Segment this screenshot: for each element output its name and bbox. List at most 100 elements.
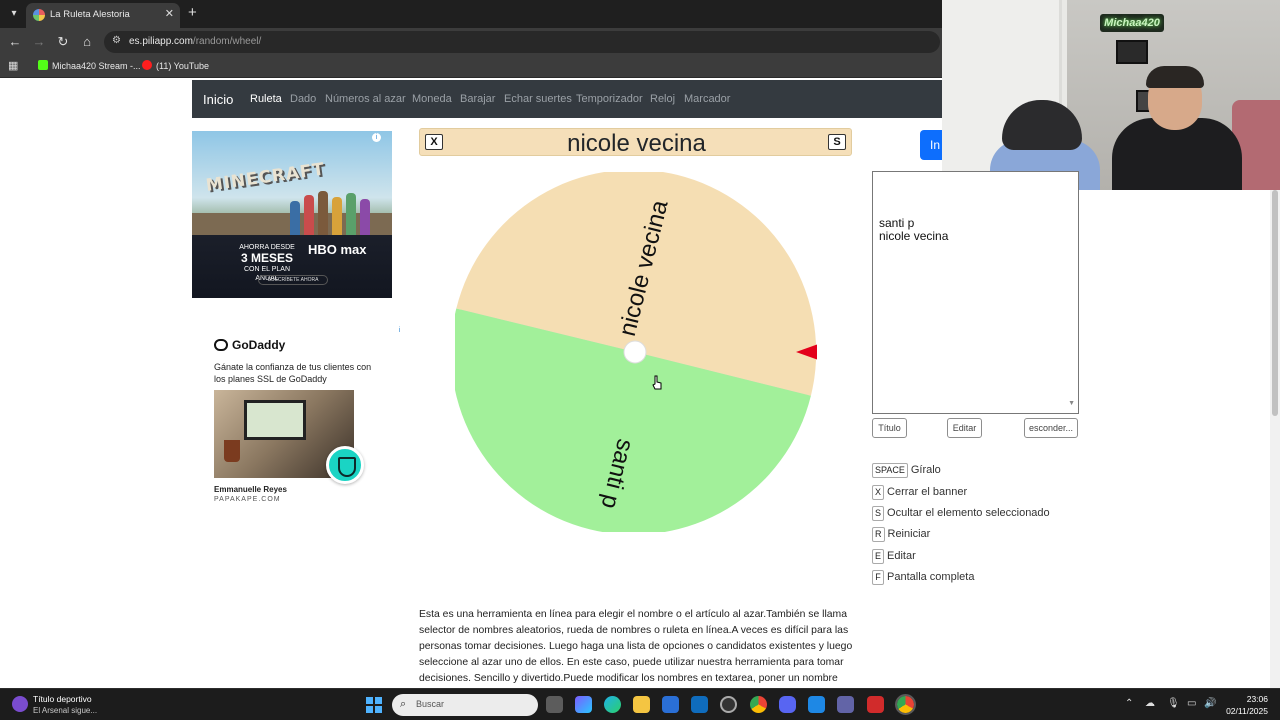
key-f: F xyxy=(872,570,884,585)
forward-arrow-icon[interactable]: → xyxy=(30,33,48,51)
site-settings-icon[interactable]: ⚙ xyxy=(112,35,121,46)
volume-icon[interactable]: 🔊 xyxy=(1204,698,1216,709)
key-s: S xyxy=(872,506,885,521)
ad-text: Gánate la confianza de tus clientes con … xyxy=(214,362,372,384)
names-textarea[interactable]: santi p nicole vecina ▼ xyxy=(872,171,1079,414)
shortcut-f: F Pantalla completa xyxy=(872,570,974,585)
resize-handle-icon[interactable]: ▼ xyxy=(1068,397,1075,410)
copilot-icon[interactable] xyxy=(575,696,592,713)
chrome-active-icon[interactable] xyxy=(895,694,916,715)
shortcut-s: S Ocultar el elemento seleccionado xyxy=(872,506,1050,521)
tab-close-icon[interactable]: ✕ xyxy=(165,7,174,20)
browser-tab[interactable]: La Ruleta Alestoria ✕ xyxy=(26,3,180,28)
media-app-icon[interactable] xyxy=(867,696,884,713)
wall-frame xyxy=(1116,40,1148,64)
apps-grid-icon[interactable]: ▦ xyxy=(8,60,20,72)
chrome-icon[interactable] xyxy=(750,696,767,713)
nav-barajar[interactable]: Barajar xyxy=(460,93,495,105)
hand-cursor-icon xyxy=(652,375,662,390)
side-action-button[interactable]: In xyxy=(920,130,942,160)
task-view-icon[interactable] xyxy=(546,696,563,713)
edge-icon[interactable] xyxy=(604,696,621,713)
hide-selected-button[interactable]: S xyxy=(828,134,846,150)
key-space: SPACE xyxy=(872,463,908,478)
vpn-icon[interactable] xyxy=(808,696,825,713)
key-r: R xyxy=(872,527,885,542)
news-title[interactable]: Título deportivo xyxy=(33,694,92,704)
key-e: E xyxy=(872,549,885,564)
teams-icon[interactable] xyxy=(837,696,854,713)
kick-icon xyxy=(38,60,48,70)
back-arrow-icon[interactable]: ← xyxy=(6,33,24,51)
site-brand-link[interactable]: Inicio xyxy=(203,92,233,107)
godaddy-logo: GoDaddy xyxy=(214,338,285,352)
bookmark-youtube[interactable]: (11) YouTube xyxy=(142,60,209,74)
new-tab-icon[interactable]: + xyxy=(188,4,197,22)
store-icon[interactable] xyxy=(662,696,679,713)
shortcut-x: X Cerrar el banner xyxy=(872,485,967,500)
key-x: X xyxy=(872,485,885,500)
godaddy-ad[interactable]: i GoDaddy Gánate la confianza de tus cli… xyxy=(192,322,414,510)
spin-wheel[interactable]: nicole vecina santi p xyxy=(455,172,817,532)
ad-info-icon[interactable]: i xyxy=(372,133,381,142)
taskbar-search[interactable]: ⌕ Buscar xyxy=(392,694,538,716)
steam-icon[interactable] xyxy=(720,696,737,713)
page-scrollbar[interactable] xyxy=(1270,190,1280,688)
nav-echar-suertes[interactable]: Echar suertes xyxy=(504,93,572,105)
ad-author: Emmanuelle Reyes xyxy=(214,485,287,494)
search-icon: ⌕ xyxy=(400,698,407,710)
bookmark-kick[interactable]: Michaa420 Stream -... xyxy=(38,60,141,74)
selected-name: nicole vecina xyxy=(567,130,706,157)
person-right-hair xyxy=(1146,66,1204,88)
clock-date[interactable]: 02/11/2025 xyxy=(1222,706,1268,716)
site-navbar: Inicio Ruleta Dado Números al azar Moned… xyxy=(192,80,942,118)
microphone-icon[interactable]: 🎙 xyxy=(1167,698,1180,709)
shortcut-e: E Editar xyxy=(872,549,916,564)
network-icon[interactable]: ▭ xyxy=(1187,698,1196,709)
search-placeholder: Buscar xyxy=(416,699,445,709)
onedrive-cloud-icon[interactable]: ☁ xyxy=(1145,698,1155,709)
news-subtitle[interactable]: El Arsenal sigue... xyxy=(33,706,97,715)
scrollbar-thumb[interactable] xyxy=(1272,190,1278,416)
mail-icon[interactable] xyxy=(691,696,708,713)
tray-chevron-up-icon[interactable]: ⌃ xyxy=(1125,698,1133,709)
nav-numeros[interactable]: Números al azar xyxy=(325,93,406,105)
nav-marcador[interactable]: Marcador xyxy=(684,93,730,105)
close-banner-button[interactable]: X xyxy=(425,134,443,150)
url-text: es.piliapp.com/random/wheel/ xyxy=(129,36,262,47)
youtube-icon xyxy=(142,60,152,70)
shortcut-r: R Reiniciar xyxy=(872,527,930,542)
nav-temporizador[interactable]: Temporizador xyxy=(576,93,643,105)
site-favicon-icon xyxy=(33,9,45,21)
nav-dado[interactable]: Dado xyxy=(290,93,316,105)
hide-button[interactable]: esconder... xyxy=(1024,418,1078,438)
title-button[interactable]: Título xyxy=(872,418,907,438)
page-description: Esta es una herramienta en línea para el… xyxy=(419,609,853,684)
clock-time[interactable]: 23:06 xyxy=(1236,694,1268,704)
laptop-screen xyxy=(244,400,306,440)
edit-button[interactable]: Editar xyxy=(947,418,982,438)
ad-site: PAPAKAPE.COM xyxy=(214,496,281,503)
nav-ruleta[interactable]: Ruleta xyxy=(250,93,282,105)
shortcut-space: SPACE Gíralo xyxy=(872,463,941,478)
address-bar[interactable]: ⚙ es.piliapp.com/random/wheel/ xyxy=(104,31,940,53)
shield-check-icon xyxy=(326,446,364,484)
wheel-center-hub xyxy=(623,340,647,364)
hbo-minecraft-ad[interactable]: MINECRAFT AHORRA DESDE 3 MESES CON EL PL… xyxy=(192,131,392,298)
news-widget-icon[interactable] xyxy=(12,696,28,712)
tab-title: La Ruleta Alestoria xyxy=(50,9,130,20)
windows-start-icon[interactable] xyxy=(366,697,382,713)
windows-taskbar: Título deportivo El Arsenal sigue... ⌕ B… xyxy=(0,688,1280,720)
reload-icon[interactable]: ↻ xyxy=(54,33,72,51)
nav-moneda[interactable]: Moneda xyxy=(412,93,452,105)
ad-subscribe-button[interactable]: SUSCRÍBETE AHORA xyxy=(258,275,328,285)
names-list: santi p nicole vecina xyxy=(879,216,949,243)
tab-search-chevron-icon[interactable]: ▾ xyxy=(4,4,24,24)
ad-info-icon[interactable]: i xyxy=(395,326,404,335)
file-explorer-icon[interactable] xyxy=(633,696,650,713)
godaddy-mark-icon xyxy=(214,339,228,351)
discord-icon[interactable] xyxy=(779,696,796,713)
nav-reloj[interactable]: Reloj xyxy=(650,93,675,105)
home-icon[interactable]: ⌂ xyxy=(78,33,96,51)
webcam-overlay: Michaa420 xyxy=(942,0,1280,190)
